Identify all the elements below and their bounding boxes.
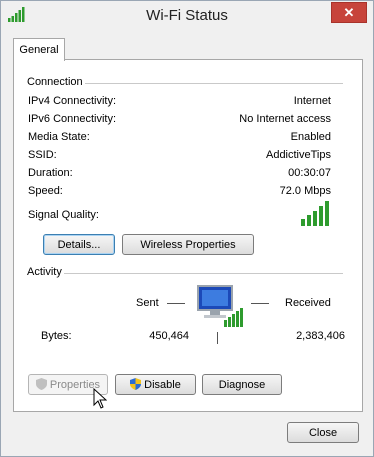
bytes-label: Bytes: — [41, 330, 72, 342]
window-close-button[interactable]: ✕ — [331, 2, 367, 23]
close-button[interactable]: Close — [287, 422, 359, 443]
signal-quality-row: Signal Quality: — [28, 209, 331, 225]
wifi-status-window: Wi-Fi Status ✕ General Connection IPv4 C… — [0, 0, 374, 457]
media-state-label: Media State: — [28, 131, 90, 143]
details-button[interactable]: Details... — [43, 234, 115, 255]
ipv4-label: IPv4 Connectivity: — [28, 95, 117, 107]
ipv4-value: Internet — [293, 95, 331, 107]
duration-value: 00:30:07 — [288, 167, 331, 179]
signal-quality-label: Signal Quality: — [28, 209, 99, 221]
tab-general[interactable]: General — [13, 38, 65, 61]
uac-shield-icon — [35, 378, 47, 390]
close-label: Close — [308, 427, 338, 439]
window-title: Wi-Fi Status — [146, 7, 228, 24]
duration-label: Duration: — [28, 167, 73, 179]
ipv6-label: IPv6 Connectivity: — [28, 113, 117, 125]
wireless-properties-label: Wireless Properties — [140, 239, 236, 251]
media-state-row: Media State: Enabled — [28, 131, 331, 147]
ssid-value: AddictiveTips — [265, 149, 331, 161]
speed-label: Speed: — [28, 185, 63, 197]
sent-line — [167, 303, 185, 304]
ipv6-row: IPv6 Connectivity: No Internet access — [28, 113, 331, 129]
close-icon: ✕ — [343, 5, 355, 20]
ssid-row: SSID: AddictiveTips — [28, 149, 331, 165]
network-computer-icon — [197, 285, 243, 327]
diagnose-label: Diagnose — [218, 379, 266, 391]
title-bar[interactable]: Wi-Fi Status ✕ — [1, 1, 373, 31]
bytes-received-value: 2,383,406 — [296, 330, 345, 342]
activity-heading: Activity — [25, 266, 64, 278]
sent-label: Sent — [136, 297, 159, 309]
received-line — [251, 303, 269, 304]
mouse-cursor-icon — [93, 388, 107, 409]
uac-shield-icon — [130, 378, 142, 390]
wireless-properties-button[interactable]: Wireless Properties — [122, 234, 254, 255]
details-button-label: Details... — [57, 239, 101, 251]
ssid-label: SSID: — [28, 149, 57, 161]
media-state-value: Enabled — [290, 131, 331, 143]
disable-label: Disable — [144, 379, 181, 391]
speed-row: Speed: 72.0 Mbps — [28, 185, 331, 201]
signal-quality-bars-icon — [301, 201, 329, 226]
diagnose-button[interactable]: Diagnose — [202, 374, 282, 395]
bytes-sent-value: 450,464 — [149, 330, 189, 342]
disable-button[interactable]: Disable — [115, 374, 196, 395]
duration-row: Duration: 00:30:07 — [28, 167, 331, 183]
speed-value: 72.0 Mbps — [279, 185, 331, 197]
activity-divider-vertical — [217, 332, 218, 344]
connection-heading: Connection — [25, 76, 85, 88]
ipv4-row: IPv4 Connectivity: Internet — [28, 95, 331, 111]
ipv6-value: No Internet access — [239, 113, 331, 125]
activity-divider — [25, 273, 343, 274]
received-label: Received — [285, 297, 331, 309]
